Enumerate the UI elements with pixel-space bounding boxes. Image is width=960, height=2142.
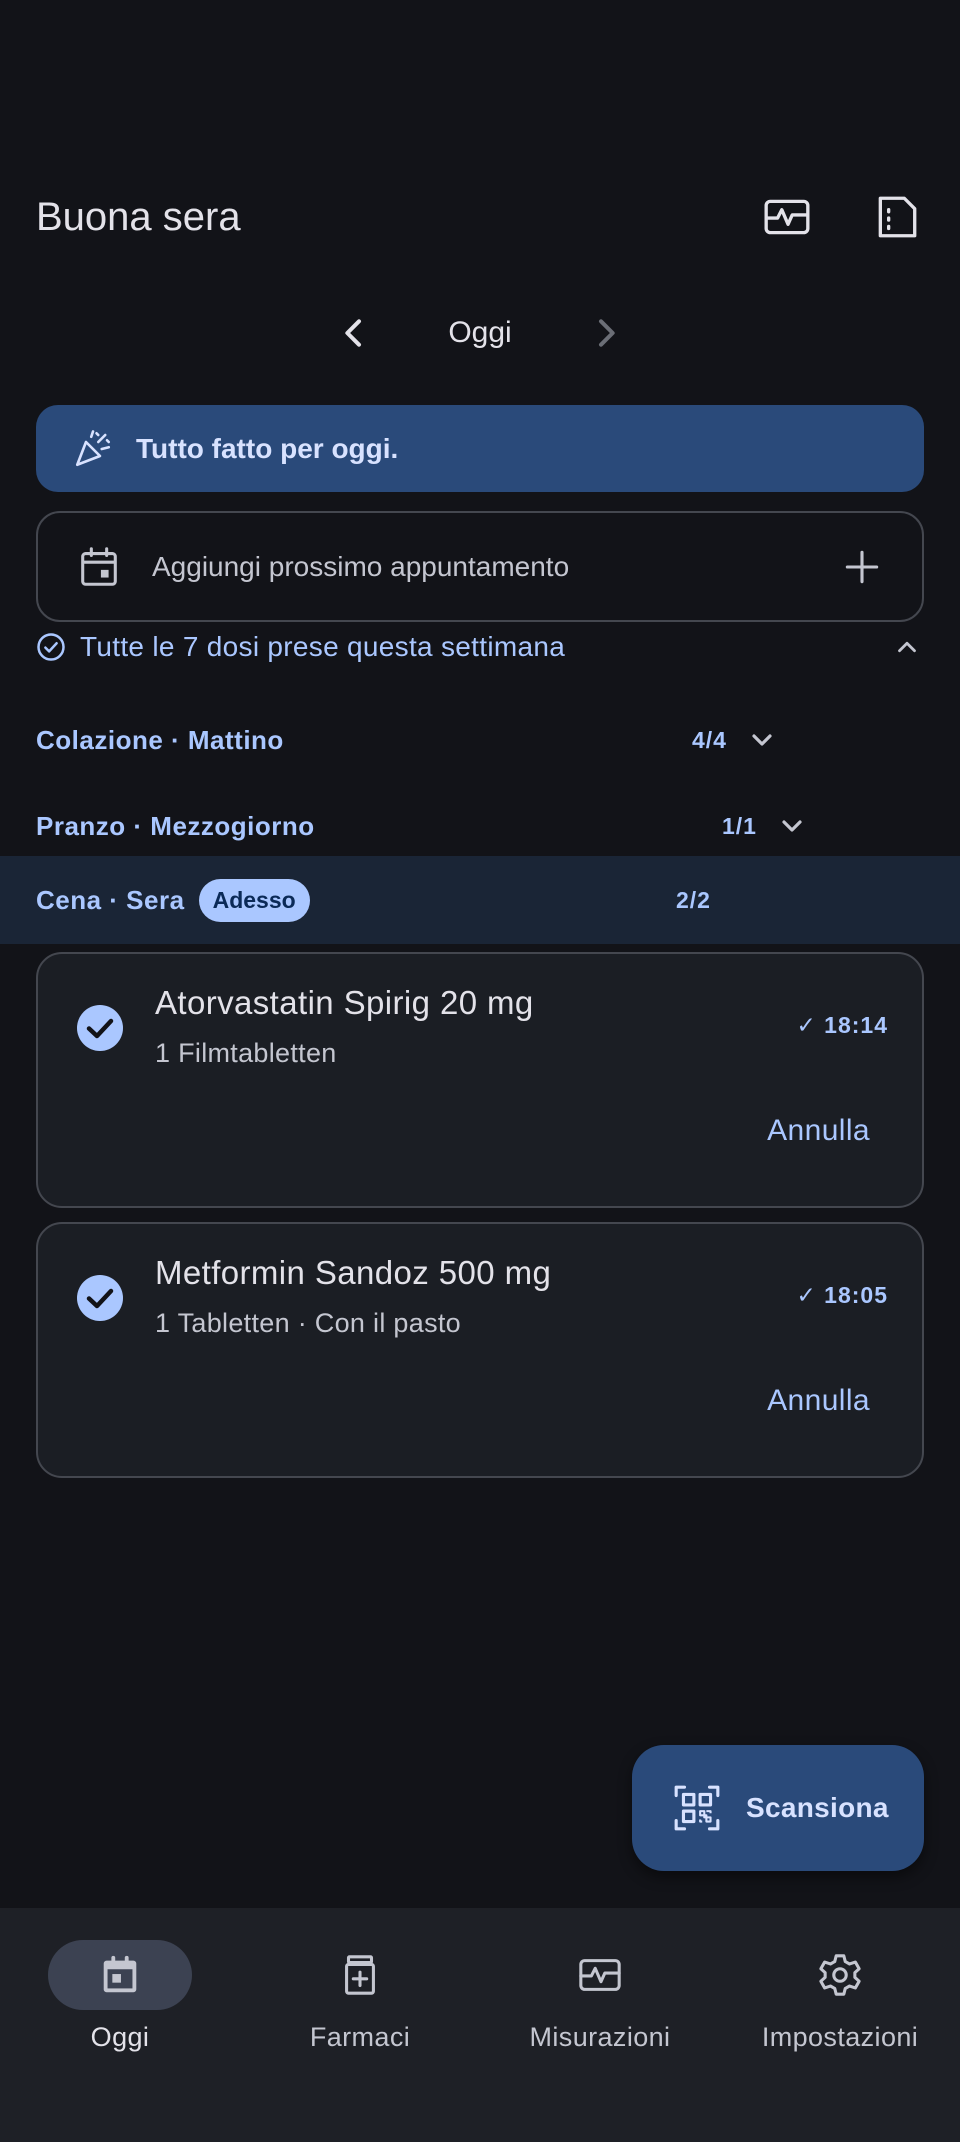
section-title: Pranzo · Mezzogiorno	[36, 810, 315, 841]
previous-day-button[interactable]	[328, 307, 380, 359]
nav-pill	[768, 1940, 912, 2010]
next-day-button[interactable]	[580, 307, 632, 359]
medication-dose: 1 Filmtabletten	[155, 1038, 337, 1068]
weekly-summary-text: Tutte le 7 dosi prese questa settimana	[80, 631, 566, 662]
current-date-label: Oggi	[448, 316, 512, 349]
appointment-placeholder: Aggiungi prossimo appuntamento	[152, 550, 570, 582]
nav-pill	[528, 1940, 672, 2010]
party-popper-icon	[75, 429, 111, 466]
section-title: Cena · Sera	[36, 884, 185, 915]
taken-time: ✓ 18:05	[796, 1282, 888, 1308]
medication-name: Metformin Sandoz 500 mg	[155, 1254, 552, 1291]
nav-label: Farmaci	[309, 2022, 411, 2052]
chevron-down-icon	[752, 734, 772, 746]
nav-item-medications[interactable]: Farmaci	[240, 1908, 480, 2142]
date-navigator: Oggi	[0, 300, 960, 366]
medication-name: Atorvastatin Spirig 20 mg	[155, 984, 534, 1021]
section-count: 2/2	[676, 886, 711, 913]
nav-item-settings[interactable]: Impostazioni	[720, 1908, 960, 2142]
nav-label: Misurazioni	[529, 2022, 671, 2052]
check-circle-icon	[37, 633, 65, 661]
nav-pill	[48, 1940, 192, 2010]
header-actions	[760, 190, 924, 244]
section-count: 1/1	[722, 812, 757, 839]
report-icon	[878, 196, 917, 238]
nav-pill	[288, 1940, 432, 2010]
scan-label: Scansiona	[746, 1792, 889, 1823]
section-title: Colazione · Mattino	[36, 724, 284, 755]
calendar-icon	[81, 546, 117, 586]
bottom-navigation: Oggi Farmaci Misurazioni Impostazioni	[0, 1908, 960, 2142]
nav-label: Oggi	[90, 2022, 150, 2052]
check-circle-filled-icon[interactable]	[76, 1274, 124, 1322]
banner-text: Tutto fatto per oggi.	[136, 432, 399, 464]
weekly-summary[interactable]: Tutte le 7 dosi prese questa settimana	[36, 626, 924, 668]
measurements-button[interactable]	[760, 190, 814, 244]
taken-time: ✓ 18:14	[796, 1012, 888, 1038]
add-appointment-field[interactable]: Aggiungi prossimo appuntamento	[36, 511, 924, 622]
chevron-down-icon	[782, 820, 802, 832]
gear-icon	[819, 1954, 861, 1996]
section-dinner[interactable]: Cena · Sera Adesso 2/2	[0, 856, 960, 944]
medication-icon	[345, 1955, 375, 1995]
measurements-icon	[579, 1959, 621, 1991]
medication-card[interactable]: Atorvastatin Spirig 20 mg 1 Filmtablette…	[36, 952, 924, 1208]
greeting-title: Buona sera	[36, 194, 241, 239]
chevron-right-icon	[599, 319, 615, 347]
qr-scan-icon	[674, 1785, 720, 1831]
section-breakfast[interactable]: Colazione · Mattino 4/4	[0, 696, 960, 784]
calendar-today-icon	[103, 1955, 137, 1993]
chevron-left-icon	[345, 319, 361, 347]
check-circle-filled-icon[interactable]	[76, 1004, 124, 1052]
scan-fab[interactable]: Scansiona	[632, 1745, 924, 1871]
plus-icon[interactable]	[840, 545, 884, 589]
measurements-icon	[764, 199, 810, 235]
medication-dose: 1 Tabletten · Con il pasto	[155, 1308, 461, 1338]
nav-label: Impostazioni	[761, 2022, 919, 2052]
today-screen: Buona sera Oggi Tutto fatto per oggi. Ag…	[0, 0, 960, 2142]
nav-item-measurements[interactable]: Misurazioni	[480, 1908, 720, 2142]
all-done-banner: Tutto fatto per oggi.	[36, 405, 924, 492]
undo-button[interactable]: Annulla	[767, 1384, 870, 1418]
medication-card[interactable]: Metformin Sandoz 500 mg 1 Tabletten · Co…	[36, 1222, 924, 1478]
report-button[interactable]	[870, 190, 924, 244]
header: Buona sera	[36, 175, 924, 259]
section-count: 4/4	[692, 726, 727, 753]
undo-button[interactable]: Annulla	[767, 1114, 870, 1148]
now-badge: Adesso	[198, 878, 310, 922]
chevron-up-icon[interactable]	[892, 632, 922, 662]
nav-item-today[interactable]: Oggi	[0, 1908, 240, 2142]
